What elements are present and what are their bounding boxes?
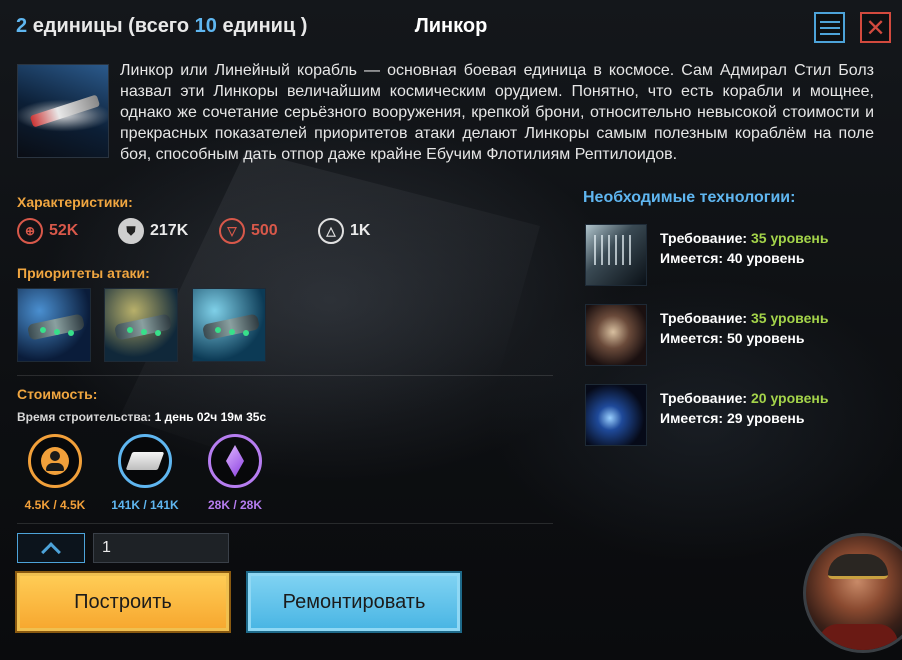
resource-crew: 4.5K / 4.5K: [15, 434, 95, 512]
ship-image: [17, 64, 109, 158]
resource-metal: 141K / 141K: [105, 434, 185, 512]
max-quantity-button[interactable]: [17, 533, 85, 563]
units-count: 2: [16, 15, 28, 37]
units-suffix: единиц ): [222, 15, 308, 37]
repair-button[interactable]: Ремонтировать: [246, 571, 462, 633]
build-time-label: Время строительства:: [17, 410, 152, 424]
close-button[interactable]: ✕: [860, 12, 891, 43]
stat-defense: ⛊ 217K: [118, 218, 188, 244]
build-button[interactable]: Построить: [15, 571, 231, 633]
stat-attack-value: 52K: [49, 222, 79, 239]
priorities-label: Приоритеты атаки:: [17, 265, 150, 281]
chevron-up-icon: [41, 541, 61, 562]
build-time-value: 1 день 02ч 19м 35с: [154, 410, 267, 424]
tech-requirement: Требование: 20 уровень Имеется: 29 урове…: [585, 384, 885, 446]
cost-label: Стоимость:: [17, 386, 98, 402]
stat-attack: ⊕ 52K: [17, 218, 78, 244]
crew-icon: [41, 447, 69, 475]
stats-label: Характеристики:: [17, 194, 133, 210]
stat-speed: ▽ 500: [219, 218, 278, 244]
have-label: Имеется:: [660, 250, 724, 266]
close-icon: ✕: [865, 13, 886, 42]
shield-icon: ⛊: [118, 218, 144, 244]
tech-requirement-text: Требование: 35 уровень Имеется: 50 урове…: [660, 308, 828, 348]
metal-icon: [125, 452, 165, 470]
priority-target-2[interactable]: [104, 288, 178, 362]
stat-capacity-value: 1K: [350, 222, 371, 239]
capacity-triangle-icon: △: [318, 218, 344, 244]
req-label: Требование:: [660, 230, 748, 246]
stat-capacity: △ 1K: [318, 218, 370, 244]
speed-triangle-icon: ▽: [219, 218, 245, 244]
tech-image[interactable]: [585, 304, 647, 366]
tech-requirement: Требование: 35 уровень Имеется: 50 урове…: [585, 304, 885, 366]
stat-defense-value: 217K: [150, 222, 189, 239]
req-label: Требование:: [660, 390, 748, 406]
priority-target-1[interactable]: [17, 288, 91, 362]
divider: [17, 523, 553, 524]
unit-info-window: 2 единицы (всего 10 единиц ) Линкор ✕ Ли…: [0, 0, 902, 660]
quantity-input[interactable]: [93, 533, 229, 563]
req-value: 20 уровень: [750, 390, 829, 406]
tech-requirement-text: Требование: 35 уровень Имеется: 40 урове…: [660, 228, 828, 268]
build-time: Время строительства: 1 день 02ч 19м 35с: [17, 410, 266, 424]
resource-crew-value: 4.5K / 4.5K: [24, 498, 86, 512]
resource-metal-ring: [118, 434, 172, 488]
units-count-label: 2 единицы (всего 10 единиц ): [16, 15, 307, 38]
have-value: 29 уровень: [727, 410, 805, 426]
have-label: Имеется:: [660, 410, 724, 426]
req-value: 35 уровень: [750, 230, 829, 246]
tech-requirement-text: Требование: 20 уровень Имеется: 29 урове…: [660, 388, 828, 428]
priority-target-3[interactable]: [192, 288, 266, 362]
resource-crystal-ring: [208, 434, 262, 488]
resource-metal-value: 141K / 141K: [111, 498, 179, 512]
crystal-icon: [226, 445, 244, 477]
tech-image[interactable]: [585, 384, 647, 446]
resource-crew-ring: [28, 434, 82, 488]
required-tech-heading: Необходимые технологии:: [583, 189, 796, 206]
tech-image[interactable]: [585, 224, 647, 286]
title-bar: 2 единицы (всего 10 единиц ) Линкор ✕: [0, 0, 902, 54]
divider: [17, 375, 553, 376]
resource-crystal: 28K / 28K: [195, 434, 275, 512]
req-value: 35 уровень: [750, 310, 829, 326]
have-value: 40 уровень: [727, 250, 805, 266]
tech-requirement: Требование: 35 уровень Имеется: 40 урове…: [585, 224, 885, 286]
ship-description: Линкор или Линейный корабль — основная б…: [120, 62, 874, 163]
advisor-avatar[interactable]: [803, 533, 902, 653]
resource-crystal-value: 28K / 28K: [207, 498, 263, 512]
menu-button[interactable]: [814, 12, 845, 43]
stat-speed-value: 500: [251, 222, 278, 239]
units-word: единицы (всего: [32, 15, 190, 37]
crosshair-icon: ⊕: [17, 218, 43, 244]
have-label: Имеется:: [660, 330, 724, 346]
req-label: Требование:: [660, 310, 748, 326]
have-value: 50 уровень: [727, 330, 805, 346]
menu-icon: [819, 20, 840, 35]
units-total: 10: [194, 15, 217, 37]
